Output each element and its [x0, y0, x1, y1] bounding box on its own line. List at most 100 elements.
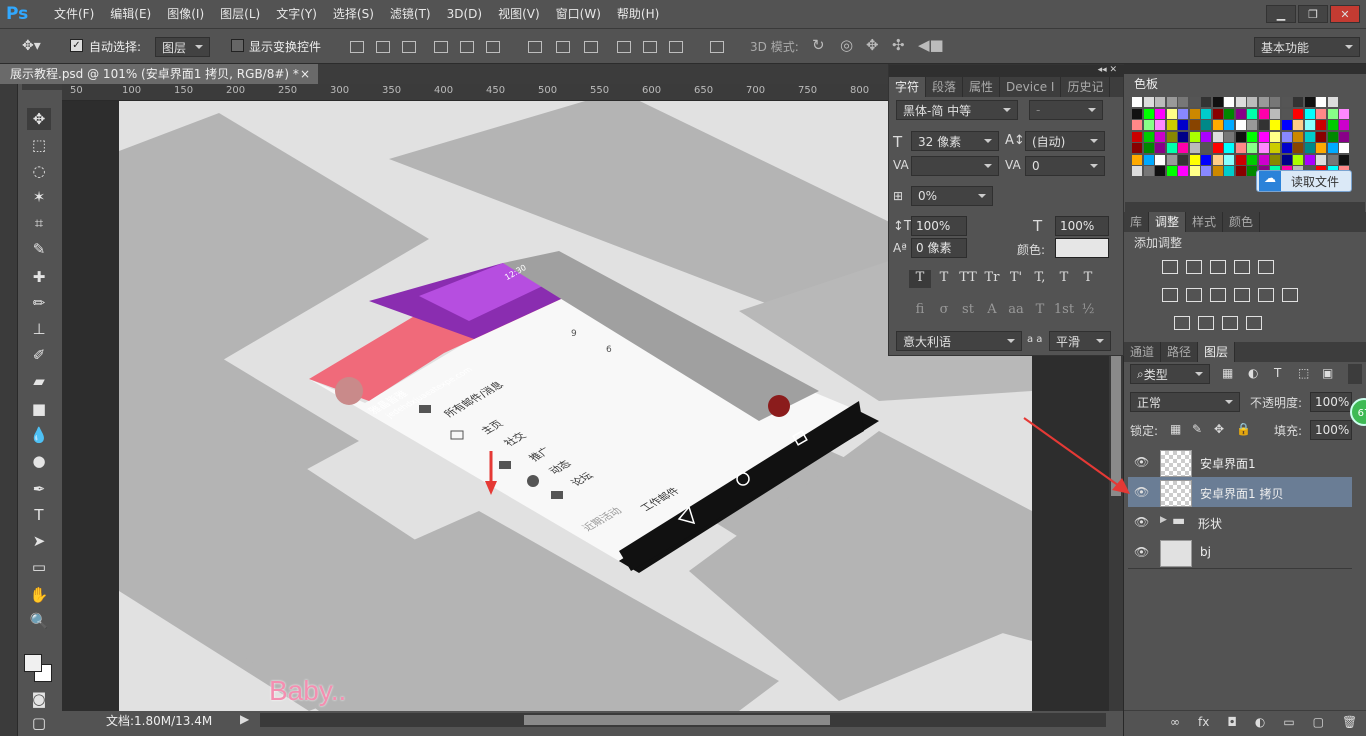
- close-button[interactable]: ✕: [1330, 5, 1360, 23]
- color-swatch[interactable]: [1143, 120, 1154, 130]
- color-swatch[interactable]: [1224, 166, 1234, 176]
- color-swatch[interactable]: [1189, 120, 1200, 130]
- lock-all-icon[interactable]: 🔒: [1236, 422, 1251, 436]
- move-tool-icon[interactable]: ✥▾: [22, 38, 41, 54]
- color-swatch[interactable]: [1304, 120, 1315, 130]
- opentype-button[interactable]: A: [981, 302, 1003, 320]
- load-file-button[interactable]: ☁ 读取文件: [1256, 170, 1352, 192]
- visibility-eye-icon[interactable]: 👁: [1134, 545, 1149, 559]
- group-expand-icon[interactable]: ▶: [1160, 515, 1167, 525]
- menu-item[interactable]: 文件(F): [46, 0, 102, 28]
- color-swatch[interactable]: [1293, 143, 1303, 153]
- align-hcenter-icon[interactable]: [460, 41, 474, 53]
- color-swatch[interactable]: [1132, 120, 1142, 130]
- levels-icon[interactable]: [1186, 260, 1202, 274]
- color-swatch[interactable]: [1293, 120, 1303, 130]
- distribute-left-icon[interactable]: [617, 41, 631, 53]
- gradient-map-icon[interactable]: [1246, 316, 1262, 330]
- color-swatch[interactable]: [1166, 97, 1177, 107]
- kerning-field[interactable]: [911, 156, 999, 176]
- color-swatch[interactable]: [1316, 97, 1326, 107]
- shape-tool-icon[interactable]: ▭: [27, 556, 51, 578]
- color-swatch[interactable]: [1293, 131, 1303, 142]
- color-swatch[interactable]: [1247, 154, 1257, 165]
- menu-item[interactable]: 图像(I): [159, 0, 212, 28]
- type-tool-icon[interactable]: T: [27, 504, 51, 526]
- color-swatch[interactable]: [1235, 108, 1246, 119]
- color-swatch[interactable]: [1189, 166, 1200, 176]
- char-panel-tab[interactable]: 字符: [889, 77, 927, 97]
- channel-mixer-icon[interactable]: [1258, 288, 1274, 302]
- color-swatch[interactable]: [1166, 120, 1177, 130]
- color-swatch[interactable]: [1339, 154, 1349, 165]
- text-style-button[interactable]: T,: [1029, 270, 1051, 288]
- color-swatch[interactable]: [1316, 154, 1326, 165]
- color-swatch[interactable]: [1304, 108, 1315, 119]
- fx-icon[interactable]: fx: [1198, 715, 1209, 729]
- antialias-dropdown[interactable]: 平滑: [1049, 331, 1111, 351]
- layers-panel-tab[interactable]: 通道: [1124, 342, 1162, 362]
- adjust-panel-tab[interactable]: 样式: [1186, 212, 1224, 232]
- distribute-top-icon[interactable]: [528, 41, 542, 53]
- char-panel-tab[interactable]: 段落: [926, 77, 964, 97]
- color-swatch[interactable]: [1235, 131, 1246, 142]
- pen-tool-icon[interactable]: ✒: [27, 478, 51, 500]
- color-swatch[interactable]: [1178, 120, 1188, 130]
- color-swatch[interactable]: [1143, 166, 1154, 176]
- filter-shape-icon[interactable]: ⬚: [1298, 366, 1309, 380]
- color-swatch[interactable]: [1258, 108, 1269, 119]
- magic-wand-tool-icon[interactable]: ✶: [27, 186, 51, 208]
- color-swatch[interactable]: [1258, 120, 1269, 130]
- color-swatch[interactable]: [1247, 143, 1257, 153]
- align-bottom-icon[interactable]: [402, 41, 416, 53]
- 3d-scale-icon[interactable]: ◀■: [918, 36, 944, 54]
- 3d-pan-icon[interactable]: ✥: [866, 36, 879, 54]
- dodge-tool-icon[interactable]: ●: [27, 450, 51, 472]
- color-swatch[interactable]: [1212, 97, 1223, 107]
- color-swatch[interactable]: [1235, 166, 1246, 176]
- color-swatch[interactable]: [1201, 143, 1211, 153]
- color-swatch[interactable]: [1316, 143, 1326, 153]
- color-swatch[interactable]: [1270, 108, 1280, 119]
- color-swatch[interactable]: [1270, 143, 1280, 153]
- path-selection-tool-icon[interactable]: ➤: [27, 530, 51, 552]
- distribute-right-icon[interactable]: [669, 41, 683, 53]
- exposure-icon[interactable]: [1234, 260, 1250, 274]
- color-swatch[interactable]: [1327, 143, 1338, 153]
- zoom-tool-icon[interactable]: 🔍: [27, 610, 51, 632]
- opentype-button[interactable]: fi: [909, 302, 931, 320]
- 3d-rotate-icon[interactable]: ↻: [812, 36, 825, 54]
- color-swatch[interactable]: [1304, 154, 1315, 165]
- menu-item[interactable]: 滤镜(T): [382, 0, 439, 28]
- color-swatch[interactable]: [1293, 108, 1303, 119]
- hscroll-thumb[interactable]: [524, 715, 830, 725]
- color-swatch[interactable]: [1166, 143, 1177, 153]
- leading-field[interactable]: (自动): [1025, 131, 1105, 151]
- text-style-button[interactable]: T: [909, 270, 931, 288]
- color-swatch[interactable]: [1143, 97, 1154, 107]
- color-swatch[interactable]: [1189, 154, 1200, 165]
- color-swatch[interactable]: [1189, 108, 1200, 119]
- color-swatch[interactable]: [1212, 143, 1223, 153]
- opentype-button[interactable]: ½: [1077, 302, 1099, 320]
- color-swatch[interactable]: [1166, 154, 1177, 165]
- menu-item[interactable]: 编辑(E): [102, 0, 159, 28]
- color-swatch[interactable]: [1270, 131, 1280, 142]
- threshold-icon[interactable]: [1222, 316, 1238, 330]
- color-swatch[interactable]: [1281, 120, 1292, 130]
- eraser-tool-icon[interactable]: ▰: [27, 370, 51, 392]
- blend-mode-dropdown[interactable]: 正常: [1130, 392, 1240, 412]
- color-swatch[interactable]: [1281, 143, 1292, 153]
- color-lookup-icon[interactable]: [1282, 288, 1298, 302]
- text-color-swatch[interactable]: [1055, 238, 1109, 258]
- color-swatch[interactable]: [1339, 120, 1349, 130]
- font-style-dropdown[interactable]: -: [1029, 100, 1103, 120]
- color-swatch[interactable]: [1178, 166, 1188, 176]
- crop-tool-icon[interactable]: ⌗: [27, 212, 51, 234]
- color-swatch[interactable]: [1201, 166, 1211, 176]
- color-swatch[interactable]: [1258, 131, 1269, 142]
- color-swatch[interactable]: [1258, 97, 1269, 107]
- layer-row[interactable]: 👁 bj: [1128, 537, 1352, 569]
- color-swatch[interactable]: [1327, 131, 1338, 142]
- color-swatch[interactable]: [1293, 154, 1303, 165]
